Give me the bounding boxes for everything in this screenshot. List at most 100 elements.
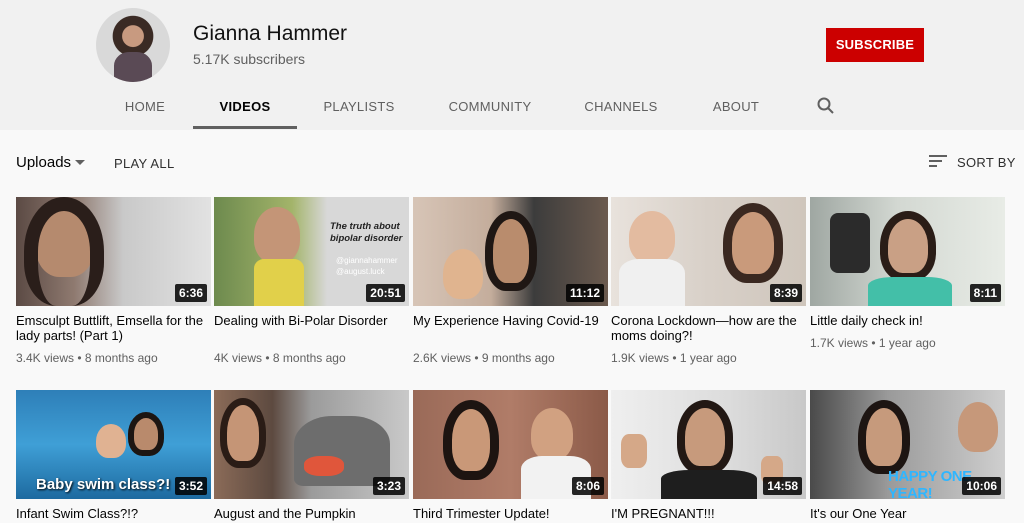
thumbnail-person xyxy=(128,412,164,456)
thumbnail-hair xyxy=(24,197,104,306)
video-age: 1 year ago xyxy=(878,336,936,350)
video-duration: 8:11 xyxy=(969,284,1001,302)
video-meta: 4K views • 8 months ago xyxy=(214,351,346,365)
search-icon[interactable] xyxy=(816,96,836,116)
video-meta: 1.7K views • 1 year ago xyxy=(810,336,936,350)
video-duration: 3:23 xyxy=(372,477,405,495)
channel-header: Gianna Hammer 5.17K subscribers SUBSCRIB… xyxy=(0,0,1024,130)
video-thumbnail[interactable]: 8:11 xyxy=(810,197,1005,306)
video-thumbnail[interactable]: 3:23 xyxy=(214,390,409,499)
video-thumbnail[interactable]: HAPPY ONE YEAR! 10:06 xyxy=(810,390,1005,499)
video-thumbnail[interactable]: 8:39 xyxy=(611,197,806,306)
video-card[interactable]: Baby swim class?! 3:52 Infant Swim Class… xyxy=(16,390,211,523)
video-duration: 11:12 xyxy=(565,284,604,302)
thumbnail-baby xyxy=(96,424,126,458)
thumbnail-person xyxy=(254,207,300,263)
video-views: 4K views xyxy=(214,351,263,365)
video-title[interactable]: Infant Swim Class?!? xyxy=(16,506,208,521)
video-meta: 3.4K views • 8 months ago xyxy=(16,351,158,365)
thumbnail-partner xyxy=(958,402,998,452)
thumbnail-child xyxy=(443,249,483,299)
thumbnail-shirt xyxy=(661,470,757,499)
video-card[interactable]: 8:06 Third Trimester Update! xyxy=(413,390,608,523)
channel-name[interactable]: Gianna Hammer xyxy=(193,22,347,46)
video-age: 8 months ago xyxy=(272,351,346,365)
video-duration: 3:52 xyxy=(174,477,207,495)
video-age: 1 year ago xyxy=(679,351,737,365)
thumbnail-hand xyxy=(621,434,647,468)
channel-tabs: HOME VIDEOS PLAYLISTS COMMUNITY CHANNELS… xyxy=(0,88,1024,130)
video-card[interactable]: 3:23 August and the Pumpkin xyxy=(214,390,409,523)
video-views: 2.6K views xyxy=(413,351,472,365)
thumbnail-person xyxy=(485,211,537,291)
thumbnail-person xyxy=(723,203,783,283)
video-views: 1.9K views xyxy=(611,351,670,365)
video-meta: 2.6K views • 9 months ago xyxy=(413,351,555,365)
thumbnail-handles: @giannahammer @august.luck xyxy=(336,256,398,276)
video-title[interactable]: Third Trimester Update! xyxy=(413,506,605,521)
thumbnail-person xyxy=(220,398,266,468)
tab-home[interactable]: HOME xyxy=(110,88,180,129)
video-card[interactable]: 6:36 Emsculpt Buttlift, Emsella for the … xyxy=(16,197,211,372)
video-duration: 10:06 xyxy=(962,477,1001,495)
video-title[interactable]: I'M PREGNANT!!! xyxy=(611,506,803,521)
thumbnail-person xyxy=(677,400,733,474)
video-thumbnail[interactable]: 8:06 xyxy=(413,390,608,499)
video-thumbnail[interactable]: The truth about bipolar disorder @gianna… xyxy=(214,197,409,306)
sort-by-button[interactable]: SORT BY xyxy=(957,155,1016,170)
video-card[interactable]: 8:11 Little daily check in! 1.7K views •… xyxy=(810,197,1005,372)
thumbnail-car-seat xyxy=(294,416,390,486)
video-duration: 20:51 xyxy=(366,284,405,302)
video-title[interactable]: It's our One Year xyxy=(810,506,1002,521)
caret-down-icon[interactable] xyxy=(75,160,85,165)
video-thumbnail[interactable]: 6:36 xyxy=(16,197,211,306)
channel-avatar[interactable] xyxy=(96,8,170,82)
thumbnail-baby xyxy=(629,211,675,263)
video-card[interactable]: The truth about bipolar disorder @gianna… xyxy=(214,197,409,372)
sort-icon[interactable] xyxy=(929,154,947,168)
video-title[interactable]: Dealing with Bi-Polar Disorder xyxy=(214,313,406,328)
video-card[interactable]: 11:12 My Experience Having Covid-19 2.6K… xyxy=(413,197,608,372)
tab-channels[interactable]: CHANNELS xyxy=(578,88,664,129)
video-thumbnail[interactable]: Baby swim class?! 3:52 xyxy=(16,390,211,499)
video-age: 8 months ago xyxy=(84,351,158,365)
video-card[interactable]: 14:58 I'M PREGNANT!!! xyxy=(611,390,806,523)
subscribe-button[interactable]: SUBSCRIBE xyxy=(826,28,924,62)
thumbnail-partner xyxy=(531,408,573,460)
video-card[interactable]: HAPPY ONE YEAR! 10:06 It's our One Year xyxy=(810,390,1005,523)
thumbnail-shirt xyxy=(254,259,304,306)
thumbnail-person xyxy=(880,211,936,281)
video-duration: 8:39 xyxy=(769,284,802,302)
thumbnail-pumpkin xyxy=(304,456,344,476)
thumbnail-caption: Baby swim class?! xyxy=(36,476,171,493)
thumbnail-caption: The truth about bipolar disorder xyxy=(330,221,403,244)
video-title[interactable]: My Experience Having Covid-19 xyxy=(413,313,605,328)
tab-community[interactable]: COMMUNITY xyxy=(440,88,540,129)
video-title[interactable]: Emsculpt Buttlift, Emsella for the lady … xyxy=(16,313,208,343)
video-title[interactable]: Corona Lockdown—how are the moms doing?! xyxy=(611,313,803,343)
video-age: 9 months ago xyxy=(481,351,555,365)
tab-videos[interactable]: VIDEOS xyxy=(193,88,297,129)
subscriber-count: 5.17K subscribers xyxy=(193,51,306,67)
videos-toolbar: Uploads PLAY ALL SORT BY xyxy=(0,140,1024,184)
video-card[interactable]: 8:39 Corona Lockdown—how are the moms do… xyxy=(611,197,806,372)
video-thumbnail[interactable]: 11:12 xyxy=(413,197,608,306)
video-meta: 1.9K views • 1 year ago xyxy=(611,351,737,365)
video-title[interactable]: Little daily check in! xyxy=(810,313,1002,328)
thumbnail-car-seat xyxy=(830,213,870,273)
video-views: 3.4K views xyxy=(16,351,75,365)
thumbnail-person xyxy=(443,400,499,480)
uploads-dropdown[interactable]: Uploads xyxy=(16,154,71,171)
video-title[interactable]: August and the Pumpkin xyxy=(214,506,406,521)
video-views: 1.7K views xyxy=(810,336,869,350)
tab-playlists[interactable]: PLAYLISTS xyxy=(316,88,402,129)
video-duration: 8:06 xyxy=(571,477,604,495)
thumbnail-shirt xyxy=(868,277,952,306)
video-thumbnail[interactable]: 14:58 xyxy=(611,390,806,499)
video-duration: 14:58 xyxy=(763,477,802,495)
play-all-button[interactable]: PLAY ALL xyxy=(114,156,174,171)
video-duration: 6:36 xyxy=(174,284,207,302)
thumbnail-person xyxy=(858,400,910,474)
thumbnail-baby-shirt xyxy=(619,259,685,306)
tab-about[interactable]: ABOUT xyxy=(704,88,768,129)
